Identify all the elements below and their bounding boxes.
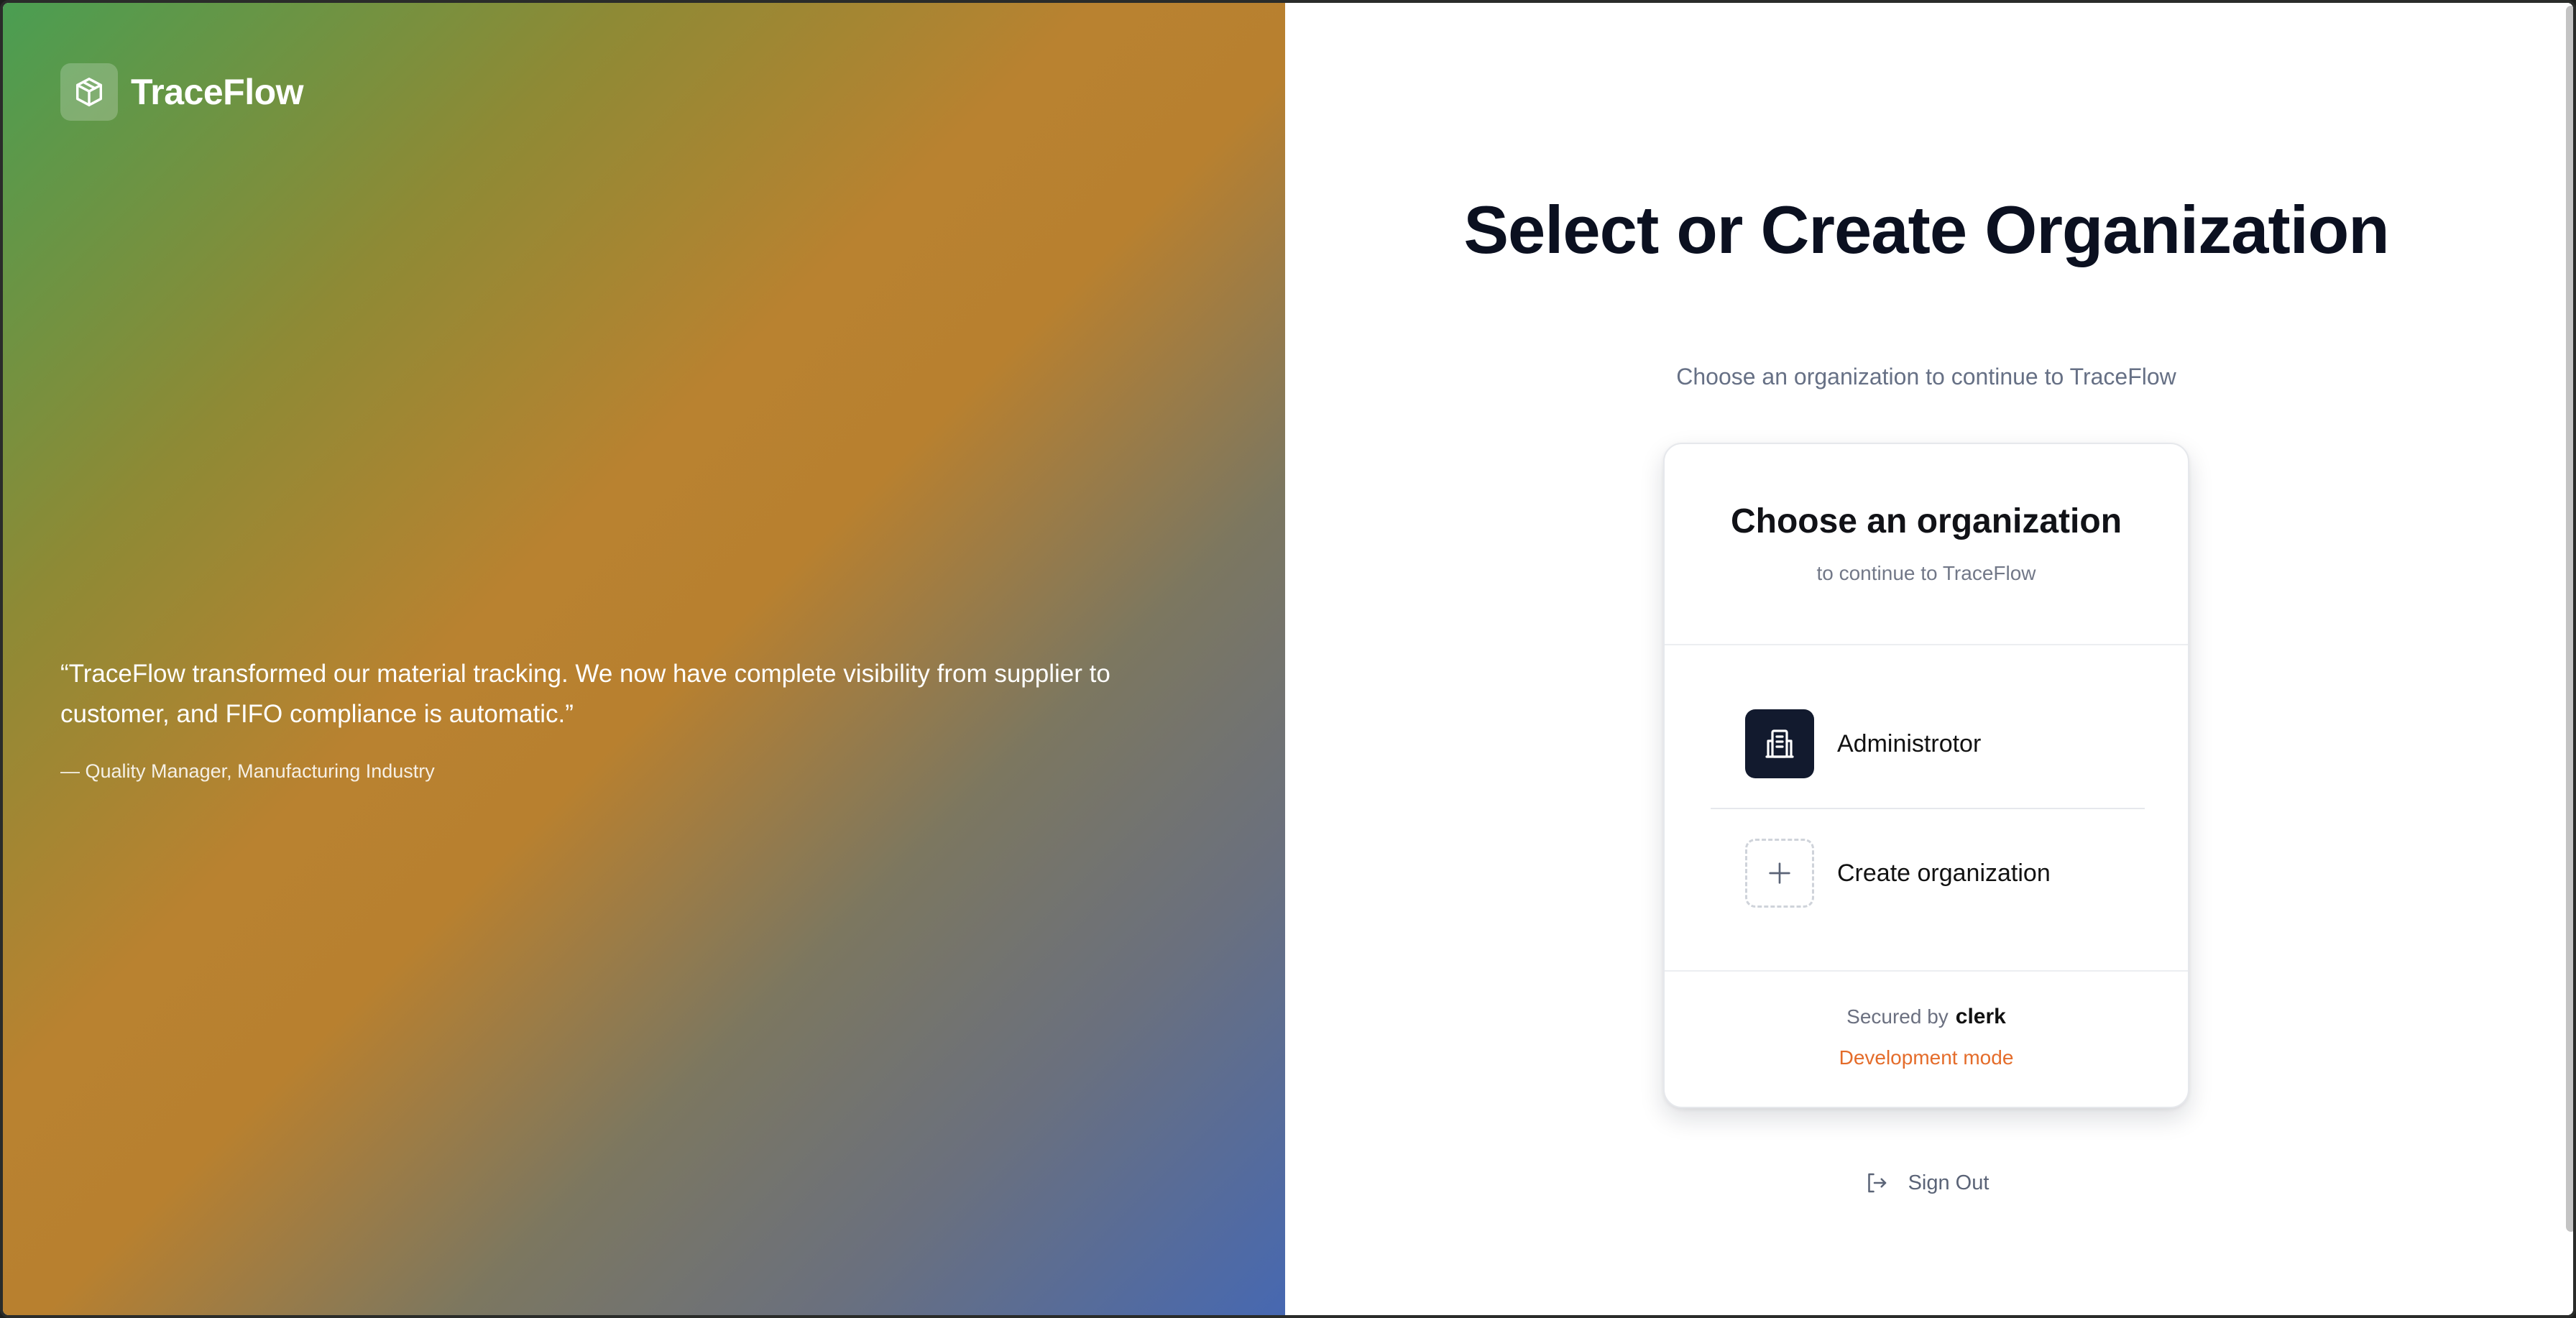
brand-logo[interactable]: TraceFlow bbox=[60, 63, 304, 121]
app-window: TraceFlow “TraceFlow transformed our mat… bbox=[0, 0, 2576, 1318]
testimonial-author: — Quality Manager, Manufacturing Industr… bbox=[60, 760, 435, 782]
page-subtitle: Choose an organization to continue to Tr… bbox=[1676, 364, 2176, 390]
secured-by: Secured by clerk bbox=[1665, 1005, 2188, 1029]
testimonial-quote: “TraceFlow transformed our material trac… bbox=[60, 660, 1110, 728]
card-title: Choose an organization bbox=[1730, 502, 2122, 540]
building-icon bbox=[1745, 709, 1814, 778]
create-organization-button[interactable]: Create organization bbox=[1711, 809, 2145, 937]
sign-out-label: Sign Out bbox=[1908, 1171, 1990, 1194]
card-header: Choose an organization to continue to Tr… bbox=[1665, 444, 2188, 645]
branding-panel: TraceFlow “TraceFlow transformed our mat… bbox=[3, 3, 1285, 1315]
brand-name: TraceFlow bbox=[131, 72, 304, 112]
sign-out-button[interactable]: Sign Out bbox=[1285, 1170, 2567, 1196]
content-panel: Select or Create Organization Choose an … bbox=[1285, 3, 2573, 1315]
scrollbar[interactable] bbox=[2566, 6, 2573, 1232]
secured-by-label: Secured by bbox=[1846, 1005, 1949, 1028]
organization-name: Administrotor bbox=[1837, 729, 1982, 757]
cube-icon bbox=[60, 63, 118, 121]
create-organization-label: Create organization bbox=[1837, 859, 2051, 887]
clerk-logo[interactable]: clerk bbox=[1956, 1005, 2006, 1028]
development-mode-badge: Development mode bbox=[1839, 1046, 2014, 1069]
card-footer: Secured by clerk Development mode bbox=[1665, 970, 2188, 1108]
plus-icon bbox=[1745, 839, 1814, 908]
organization-item-administrotor[interactable]: Administrotor bbox=[1711, 680, 2145, 808]
organization-card: Choose an organization to continue to Tr… bbox=[1663, 443, 2189, 1108]
page-title: Select or Create Organization bbox=[1463, 192, 2389, 267]
sign-out-icon bbox=[1867, 1173, 1886, 1193]
card-subtitle: to continue to TraceFlow bbox=[1816, 562, 2036, 584]
